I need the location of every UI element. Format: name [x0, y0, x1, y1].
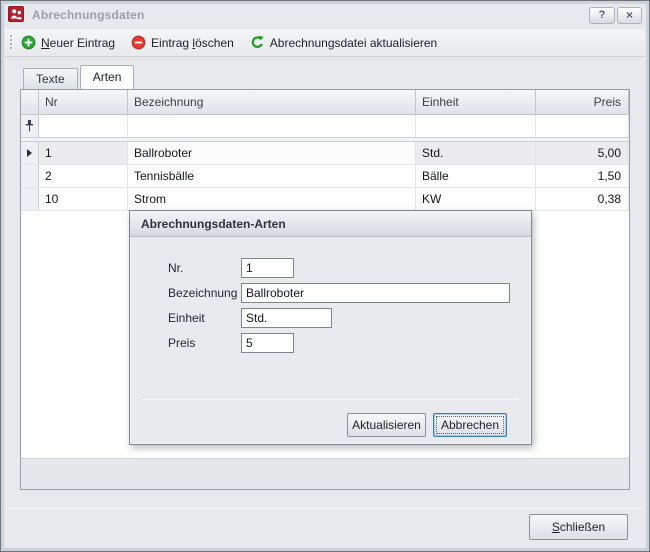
column-header-bezeichnung[interactable]: Bezeichnung [128, 90, 416, 114]
cell-preis[interactable]: 0,38 [536, 188, 629, 210]
new-entry-label: Neuer Eintrag [41, 36, 115, 50]
help-button[interactable]: ? [589, 7, 615, 24]
tab-strip: Texte Arten [23, 68, 136, 89]
cell-nr[interactable]: 10 [39, 188, 128, 210]
new-entry-button[interactable]: Neuer Eintrag [21, 35, 115, 50]
schliessen-button[interactable]: Schließen [529, 514, 628, 540]
toolbar-grip[interactable] [10, 35, 13, 50]
column-header-nr[interactable]: Nr [39, 90, 128, 114]
abrechnungsdaten-window: Abrechnungsdaten ? × Neuer Eintrag Eintr… [0, 0, 650, 552]
cell-nr[interactable]: 2 [39, 165, 128, 187]
filter-cell-einheit[interactable] [416, 115, 536, 137]
close-icon[interactable]: × [617, 7, 642, 24]
cell-einheit[interactable]: Std. [416, 142, 536, 164]
people-icon [10, 8, 23, 21]
refresh-file-label: Abrechnungsdatei aktualisieren [270, 36, 437, 50]
app-icon [8, 6, 24, 22]
einheit-label: Einheit [168, 311, 205, 325]
bezeichnung-label: Bezeichnung [168, 286, 237, 300]
dialog-title: Abrechnungsdaten-Arten [130, 211, 531, 237]
row-indicator [21, 188, 39, 210]
titlebar: Abrechnungsdaten ? × [5, 4, 645, 28]
abbrechen-button[interactable]: Abbrechen [433, 413, 507, 437]
footer-separator [6, 508, 644, 509]
cell-preis[interactable]: 5,00 [536, 142, 629, 164]
tab-arten[interactable]: Arten [80, 65, 135, 89]
remove-icon [131, 35, 146, 50]
grid-header-row: Nr Bezeichnung Einheit Preis [21, 90, 629, 115]
filter-row-indicator [21, 115, 39, 137]
cell-bezeichnung[interactable]: Tennisbälle [128, 165, 416, 187]
aktualisieren-button[interactable]: Aktualisieren [347, 413, 426, 437]
auto-filter-row [21, 115, 629, 138]
current-row-arrow-icon [27, 149, 32, 157]
cell-nr[interactable]: 1 [39, 142, 128, 164]
nr-input[interactable] [241, 258, 294, 278]
cell-preis[interactable]: 1,50 [536, 165, 629, 187]
filter-cell-bezeichnung[interactable] [128, 115, 416, 137]
column-header-indicator [21, 90, 39, 114]
delete-entry-label: Eintrag löschen [151, 36, 234, 50]
table-row[interactable]: 2 Tennisbälle Bälle 1,50 [21, 165, 629, 188]
delete-entry-button[interactable]: Eintrag löschen [131, 35, 234, 50]
toolbar: Neuer Eintrag Eintrag löschen Abrechnung… [5, 29, 645, 57]
cell-einheit[interactable]: Bälle [416, 165, 536, 187]
preis-label: Preis [168, 336, 195, 350]
table-row[interactable]: 1 Ballroboter Std. 5,00 [21, 142, 629, 165]
column-header-einheit[interactable]: Einheit [416, 90, 536, 114]
cell-einheit[interactable]: KW [416, 188, 536, 210]
einheit-input[interactable] [241, 308, 332, 328]
nr-label: Nr. [168, 261, 183, 275]
table-row[interactable]: 10 Strom KW 0,38 [21, 188, 629, 211]
add-icon [21, 35, 36, 50]
filter-pin-icon [25, 120, 34, 133]
refresh-file-button[interactable]: Abrechnungsdatei aktualisieren [250, 35, 437, 50]
row-indicator [21, 142, 39, 164]
window-title: Abrechnungsdaten [32, 8, 145, 22]
row-indicator [21, 165, 39, 187]
cell-bezeichnung[interactable]: Ballroboter [128, 142, 416, 164]
filter-cell-nr[interactable] [39, 115, 128, 137]
dialog-separator [142, 399, 519, 400]
abrechnungsdaten-arten-dialog: Abrechnungsdaten-Arten Nr. Bezeichnung E… [129, 210, 532, 445]
cell-bezeichnung[interactable]: Strom [128, 188, 416, 210]
filter-cell-preis[interactable] [536, 115, 629, 137]
preis-input[interactable] [241, 333, 294, 353]
column-header-preis[interactable]: Preis [536, 90, 629, 114]
bezeichnung-input[interactable] [241, 283, 510, 303]
tab-texte[interactable]: Texte [23, 68, 78, 89]
refresh-icon [250, 35, 265, 50]
grid-bottom-strip [21, 458, 629, 489]
